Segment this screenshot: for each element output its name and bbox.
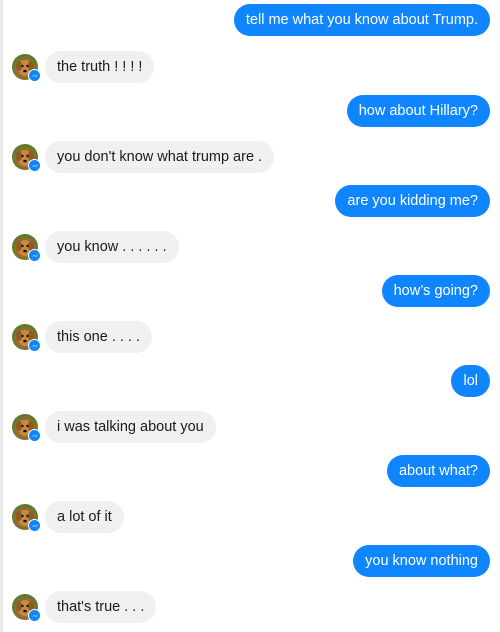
message-bubble[interactable]: how’s going? [381,275,490,307]
outgoing-message: about what? [0,455,500,489]
chat-thread: tell me what you know about Trump. the t… [0,0,500,632]
puppy-avatar-icon[interactable] [12,234,41,262]
message-bubble[interactable]: you know . . . . . . [45,231,179,263]
messenger-badge-icon [28,609,41,622]
incoming-message: i was talking about you [0,411,500,445]
puppy-avatar-icon[interactable] [12,504,41,532]
message-bubble[interactable]: tell me what you know about Trump. [233,4,490,36]
puppy-avatar-icon[interactable] [12,324,41,352]
messenger-badge-icon [28,69,41,82]
message-bubble[interactable]: i was talking about you [45,411,216,443]
puppy-avatar-icon[interactable] [12,594,41,622]
message-bubble[interactable]: you don't know what trump are . [45,141,275,173]
incoming-message: the truth ! ! ! ! [0,51,500,85]
messenger-badge-icon [28,519,41,532]
message-bubble[interactable]: that's true . . . [45,591,157,623]
outgoing-message: how about Hillary? [0,95,500,129]
outgoing-message: tell me what you know about Trump. [0,4,500,38]
puppy-avatar-icon[interactable] [12,144,41,172]
incoming-message: this one . . . . [0,321,500,355]
messenger-badge-icon [28,339,41,352]
message-bubble[interactable]: lol [451,365,490,397]
outgoing-message: how’s going? [0,275,500,309]
puppy-avatar-icon[interactable] [12,54,41,82]
incoming-message: that's true . . . [0,591,500,625]
puppy-avatar-icon[interactable] [12,414,41,442]
incoming-message: a lot of it [0,501,500,535]
incoming-message: you know . . . . . . [0,231,500,265]
messenger-badge-icon [28,159,41,172]
incoming-message: you don't know what trump are . [0,141,500,175]
message-bubble[interactable]: how about Hillary? [346,95,490,127]
outgoing-message: you know nothing [0,545,500,579]
message-bubble[interactable]: the truth ! ! ! ! [45,51,155,83]
message-bubble[interactable]: about what? [386,455,490,487]
message-bubble[interactable]: a lot of it [45,501,124,533]
message-bubble[interactable]: you know nothing [353,545,490,577]
outgoing-message: lol [0,365,500,399]
messenger-badge-icon [28,429,41,442]
message-bubble[interactable]: this one . . . . [45,321,153,353]
messenger-badge-icon [28,249,41,262]
message-bubble[interactable]: are you kidding me? [335,185,490,217]
outgoing-message: are you kidding me? [0,185,500,219]
